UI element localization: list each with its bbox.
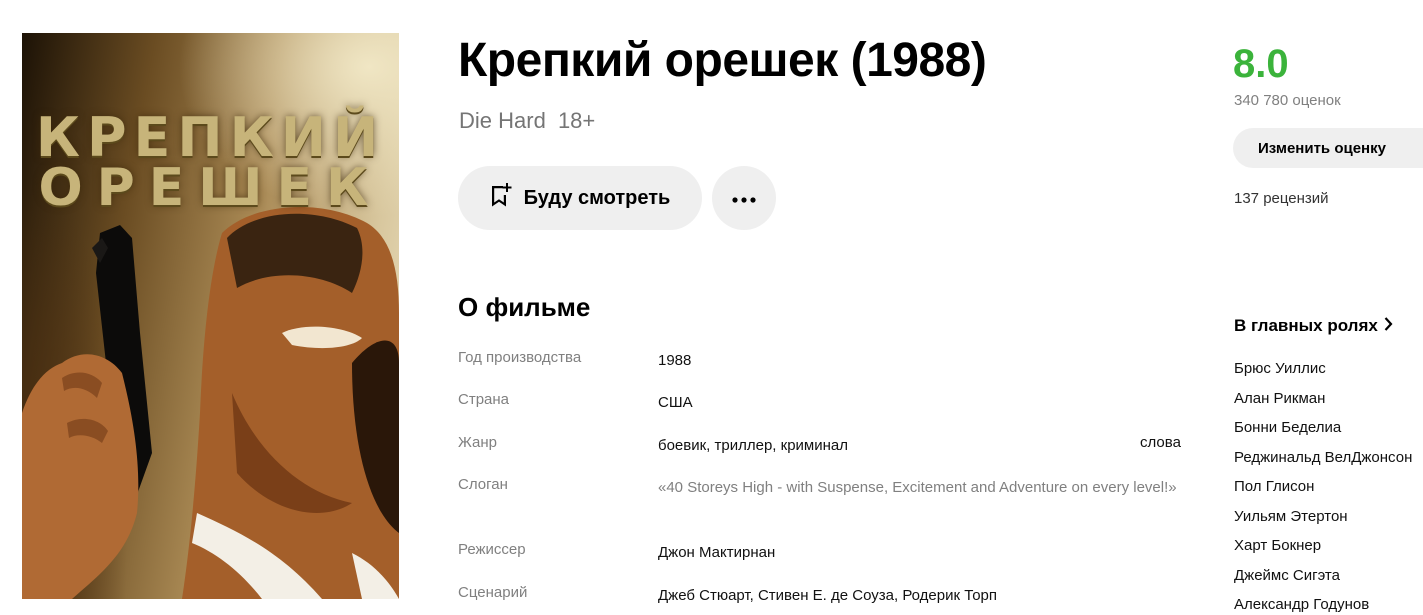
watch-later-button[interactable]: Буду смотреть (458, 166, 702, 230)
about-heading: О фильме (458, 292, 591, 322)
cast-item[interactable]: Джеймс Сигэта (1234, 567, 1340, 584)
movie-title: Крепкий орешек (1988) (458, 34, 987, 87)
info-label: Год производства (458, 349, 582, 366)
more-options-button[interactable] (712, 166, 776, 230)
info-value-writers[interactable]: Джеб Стюарт, Стивен Е. де Соуза, Родерик… (658, 584, 997, 607)
poster-title-line2: ОРЕШЕК (38, 158, 383, 218)
info-value-year[interactable]: 1988 (658, 349, 691, 372)
movie-poster: КРЕПКИЙ ОРЕШЕК (22, 33, 399, 599)
genre-keywords-link[interactable]: слова (1140, 434, 1181, 451)
watch-later-label: Буду смотреть (523, 186, 671, 209)
movie-subtitle: Die Hard 18+ (459, 108, 595, 134)
cast-item[interactable]: Брюс Уиллис (1234, 360, 1326, 377)
chevron-right-icon (1384, 316, 1393, 336)
cast-item[interactable]: Александр Годунов (1234, 596, 1369, 613)
votes-count: 340 780 оценок (1234, 92, 1341, 109)
info-label: Режиссер (458, 541, 526, 558)
cast-item[interactable]: Харт Бокнер (1234, 537, 1321, 554)
change-rating-button[interactable]: Изменить оценку (1233, 128, 1423, 168)
more-dots-icon (732, 191, 756, 206)
info-value-country[interactable]: США (658, 391, 693, 414)
cast-heading-label: В главных ролях (1234, 316, 1378, 335)
info-label: Страна (458, 391, 510, 408)
info-value-genre[interactable]: боевик, триллер, криминал (658, 434, 848, 457)
info-label: Сценарий (458, 584, 528, 601)
info-value-slogan: «40 Storeys High - with Suspense, Excite… (658, 479, 1177, 496)
cast-item[interactable]: Бонни Беделиа (1234, 419, 1341, 436)
cast-item[interactable]: Уильям Этертон (1234, 508, 1348, 525)
bookmark-plus-icon (490, 183, 512, 213)
cast-heading-link[interactable]: В главных ролях (1234, 316, 1393, 336)
age-rating: 18+ (557, 108, 596, 133)
cast-item[interactable]: Пол Глисон (1234, 478, 1314, 495)
cast-item[interactable]: Реджинальд ВелДжонсон (1234, 449, 1412, 466)
original-title: Die Hard (459, 108, 546, 133)
rating-score: 8.0 (1233, 42, 1289, 86)
info-label: Жанр (458, 434, 497, 451)
cast-item[interactable]: Алан Рикман (1234, 390, 1325, 407)
info-label: Слоган (458, 476, 508, 493)
reviews-link[interactable]: 137 рецензий (1234, 190, 1329, 207)
info-value-director[interactable]: Джон Мактирнан (658, 541, 775, 564)
